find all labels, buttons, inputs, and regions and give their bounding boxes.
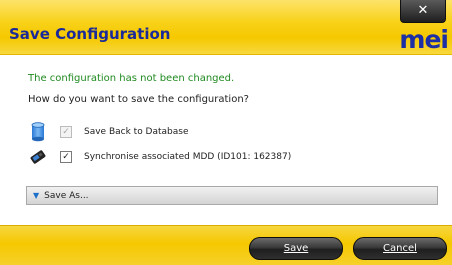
device-icon [28, 147, 48, 167]
save-as-label: Save As... [44, 190, 89, 201]
cancel-button-label: Cancel [383, 243, 417, 254]
synchronise-mdd-label: Synchronise associated MDD (ID101: 16238… [84, 152, 292, 162]
close-button[interactable]: ✕ [400, 0, 446, 23]
save-button-label: Save [283, 243, 309, 254]
save-button[interactable]: Save [249, 237, 343, 260]
footer-bar: Save Cancel [0, 225, 452, 265]
option-synchronise-mdd: ✓ Synchronise associated MDD (ID101: 162… [28, 148, 291, 166]
cancel-button[interactable]: Cancel [353, 237, 447, 260]
status-message: The configuration has not been changed. [28, 73, 235, 84]
save-as-expander[interactable]: ▼ Save As... [26, 186, 438, 205]
synchronise-mdd-checkbox[interactable]: ✓ [60, 151, 72, 163]
option-save-back-to-database: ✓ Save Back to Database [28, 122, 189, 142]
save-configuration-dialog: Save Configuration mei ✕ The configurati… [0, 0, 452, 265]
title-bar: Save Configuration mei ✕ [0, 0, 452, 55]
dialog-content: The configuration has not been changed. … [0, 55, 452, 225]
dialog-title: Save Configuration [9, 25, 171, 43]
question-message: How do you want to save the configuratio… [28, 94, 249, 105]
database-icon [28, 122, 48, 142]
mei-logo: mei [399, 25, 449, 54]
save-back-to-database-label: Save Back to Database [84, 127, 189, 137]
save-back-to-database-checkbox[interactable]: ✓ [60, 126, 72, 138]
chevron-down-icon: ▼ [33, 191, 40, 200]
